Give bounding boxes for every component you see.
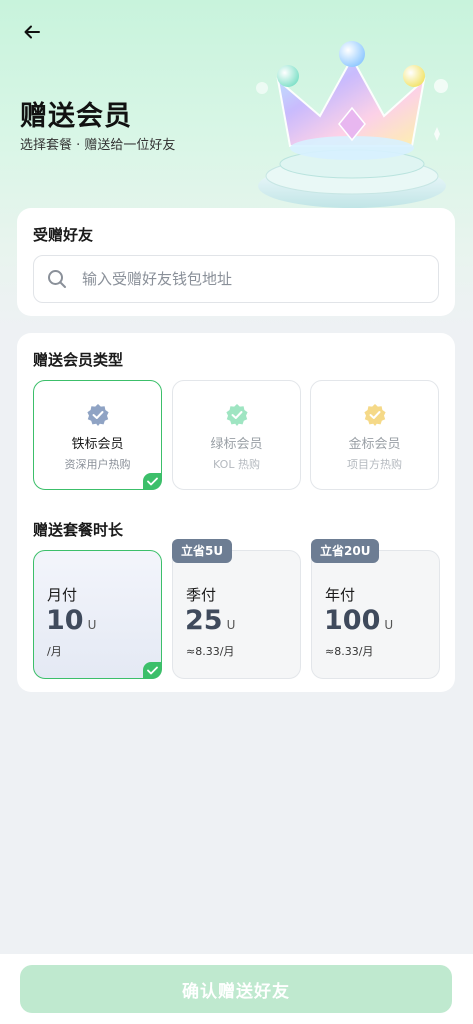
member-option-desc: KOL 热购 bbox=[213, 458, 260, 471]
plan-price: 10 U bbox=[46, 605, 97, 636]
crown-illustration bbox=[256, 41, 448, 208]
green-badge-icon bbox=[225, 404, 248, 426]
page-title: 赠送会员 bbox=[20, 101, 132, 132]
plan-option-yearly[interactable]: 年付 100 U ≈8.33/月 bbox=[311, 550, 440, 679]
friend-section-title: 受赠好友 bbox=[33, 226, 94, 244]
confirm-gift-button[interactable]: 确认赠送好友 bbox=[20, 965, 452, 1013]
savings-badge: 立省20U bbox=[311, 539, 380, 563]
savings-badge: 立省5U bbox=[172, 539, 233, 563]
plan-option-quarterly[interactable]: 季付 25 U ≈8.33/月 bbox=[172, 550, 301, 679]
member-option-gold[interactable]: 金标会员 项目方热购 bbox=[310, 380, 439, 490]
plan-option-monthly[interactable]: 月付 10 U /月 bbox=[33, 550, 162, 679]
search-icon bbox=[46, 268, 68, 290]
selected-check-icon bbox=[143, 473, 162, 490]
wallet-address-input[interactable] bbox=[82, 270, 402, 288]
plan-name: 季付 bbox=[186, 586, 217, 604]
member-option-green[interactable]: 绿标会员 KOL 热购 bbox=[172, 380, 301, 490]
arrow-left-icon bbox=[24, 25, 40, 39]
member-option-name: 铁标会员 bbox=[71, 437, 124, 452]
plan-price: 100 U bbox=[324, 605, 394, 636]
member-option-iron[interactable]: 铁标会员 资深用户热购 bbox=[33, 380, 162, 490]
bottom-bar: 确认赠送好友 bbox=[0, 954, 473, 1024]
plan-name: 月付 bbox=[47, 586, 78, 604]
member-option-name: 绿标会员 bbox=[210, 437, 263, 452]
member-option-desc: 项目方热购 bbox=[347, 458, 402, 471]
member-section-title: 赠送会员类型 bbox=[33, 351, 124, 369]
member-option-name: 金标会员 bbox=[348, 437, 401, 452]
back-button[interactable] bbox=[18, 18, 46, 46]
page-subtitle: 选择套餐 · 赠送给一位好友 bbox=[20, 138, 176, 153]
plan-per-month: ≈8.33/月 bbox=[325, 645, 374, 658]
plan-name: 年付 bbox=[325, 586, 356, 604]
wallet-address-field[interactable] bbox=[33, 255, 439, 303]
member-option-desc: 资深用户热购 bbox=[64, 458, 131, 471]
selected-check-icon bbox=[143, 662, 162, 679]
iron-badge-icon bbox=[86, 404, 109, 426]
plan-per-month: ≈8.33/月 bbox=[186, 645, 235, 658]
gold-badge-icon bbox=[363, 404, 386, 426]
plan-price: 25 U bbox=[185, 605, 236, 636]
plan-section-title: 赠送套餐时长 bbox=[33, 521, 124, 539]
gift-options-card: 赠送会员类型 铁标会员 资深用户热购 绿标会员 KOL 热购 金标会员 项目方热… bbox=[17, 333, 455, 692]
plan-per-month: /月 bbox=[47, 645, 62, 658]
friend-card: 受赠好友 bbox=[17, 208, 455, 316]
